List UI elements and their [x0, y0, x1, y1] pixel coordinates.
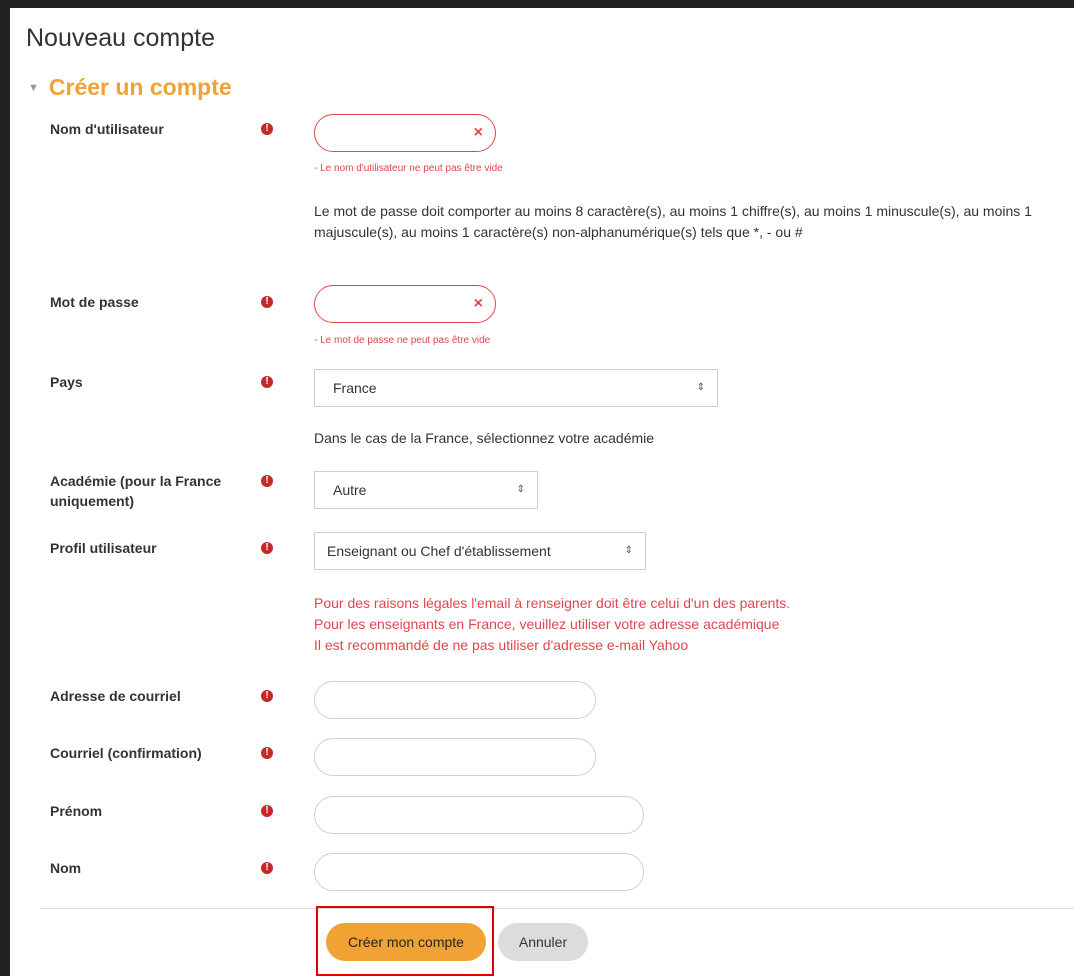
email-input[interactable]: [315, 682, 595, 718]
required-icon: !: [261, 862, 273, 874]
required-icon: !: [261, 123, 273, 135]
password-error: - Le mot de passe ne peut pas être vide: [314, 335, 491, 346]
clear-x-icon: ×: [473, 124, 483, 141]
divider: [40, 908, 1074, 909]
legal-note: Il est recommandé de ne pas utiliser d'a…: [314, 637, 689, 653]
password-field[interactable]: ×: [314, 285, 496, 323]
required-icon: !: [261, 376, 273, 388]
academy-select[interactable]: Autre ⇕: [314, 471, 538, 509]
cancel-button[interactable]: Annuler: [498, 923, 588, 961]
profile-selected-value: Enseignant ou Chef d'établissement: [327, 543, 551, 559]
legal-note: Pour les enseignants en France, veuillez…: [314, 616, 780, 632]
academy-label: Académie (pour la France uniquement): [50, 473, 222, 509]
email-field[interactable]: [314, 681, 596, 719]
section-header[interactable]: ▼ Créer un compte: [28, 74, 232, 101]
firstname-field[interactable]: [314, 796, 644, 834]
page-title: Nouveau compte: [26, 24, 216, 52]
create-account-button[interactable]: Créer mon compte: [326, 923, 486, 961]
email-confirm-field[interactable]: [314, 738, 596, 776]
updown-arrows-icon: ⇕: [516, 484, 525, 495]
academy-help-text: Dans le cas de la France, sélectionnez v…: [314, 430, 655, 446]
username-label: Nom d'utilisateur: [50, 121, 164, 137]
updown-arrows-icon: ⇕: [696, 382, 705, 393]
username-input[interactable]: [315, 115, 495, 151]
required-icon: !: [261, 542, 273, 554]
required-icon: !: [261, 690, 273, 702]
required-icon: !: [261, 805, 273, 817]
signup-panel: Nouveau compte ▼ Créer un compte Nom d'u…: [10, 8, 1074, 976]
required-icon: !: [261, 475, 273, 487]
required-icon: !: [261, 747, 273, 759]
profile-select[interactable]: Enseignant ou Chef d'établissement ⇕: [314, 532, 646, 570]
profile-label: Profil utilisateur: [50, 540, 157, 556]
academy-selected-value: Autre: [333, 482, 367, 498]
username-error: - Le nom d'utilisateur ne peut pas être …: [314, 163, 503, 174]
password-label: Mot de passe: [50, 294, 139, 310]
password-input[interactable]: [315, 286, 495, 322]
firstname-label: Prénom: [50, 803, 103, 819]
triangle-down-icon[interactable]: ▼: [28, 82, 39, 94]
username-field[interactable]: ×: [314, 114, 496, 152]
email-confirm-input[interactable]: [315, 739, 595, 775]
legal-notes: Pour des raisons légales l'email à rense…: [314, 593, 790, 656]
password-rules-text: Le mot de passe doit comporter au moins …: [314, 203, 1032, 240]
country-selected-value: France: [333, 380, 377, 396]
legal-note: Pour des raisons légales l'email à rense…: [314, 595, 791, 611]
lastname-field[interactable]: [314, 853, 644, 891]
updown-arrows-icon: ⇕: [624, 545, 633, 556]
lastname-label: Nom: [50, 860, 82, 876]
firstname-input[interactable]: [315, 797, 643, 833]
section-title: Créer un compte: [48, 74, 232, 100]
email-label: Adresse de courriel: [50, 688, 181, 704]
email-confirm-label: Courriel (confirmation): [50, 745, 202, 761]
lastname-input[interactable]: [315, 854, 643, 890]
clear-x-icon: ×: [473, 295, 483, 312]
country-label: Pays: [50, 374, 83, 390]
country-select[interactable]: France ⇕: [314, 369, 718, 407]
required-icon: !: [261, 296, 273, 308]
